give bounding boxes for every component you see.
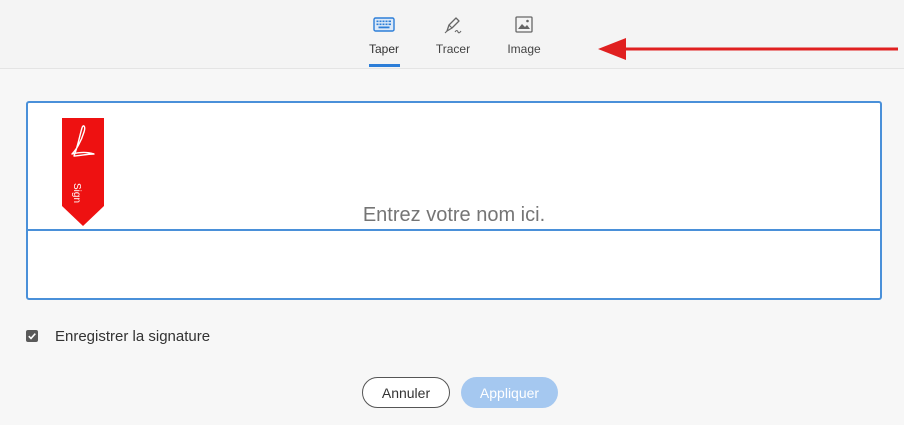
tab-tracer-label: Tracer [435, 42, 471, 56]
signature-input-area[interactable]: Sign [26, 101, 882, 300]
tab-taper-label: Taper [368, 42, 400, 56]
save-signature-label: Enregistrer la signature [55, 327, 211, 345]
signature-name-input[interactable] [28, 204, 880, 227]
signature-dialog: Taper Tracer Image Sign Entrez votre nom… [0, 0, 904, 425]
cancel-button[interactable]: Annuler [362, 377, 450, 408]
apply-button[interactable]: Appliquer [461, 377, 558, 408]
sign-badge-label: Sign [71, 183, 82, 204]
checkmark-icon [28, 333, 36, 340]
tab-taper[interactable]: Taper [354, 14, 414, 68]
save-signature-row: Enregistrer la signature [26, 326, 210, 346]
tab-image-label: Image [507, 42, 541, 56]
save-signature-checkbox[interactable] [26, 330, 38, 342]
keyboard-icon [373, 17, 395, 32]
image-icon [515, 16, 533, 33]
active-tab-indicator [369, 64, 400, 67]
annotation-arrow-icon [598, 38, 898, 60]
signature-baseline [28, 229, 880, 231]
tab-image[interactable]: Image [494, 14, 554, 68]
tab-tracer[interactable]: Tracer [423, 14, 483, 68]
pen-draw-icon [444, 17, 462, 34]
